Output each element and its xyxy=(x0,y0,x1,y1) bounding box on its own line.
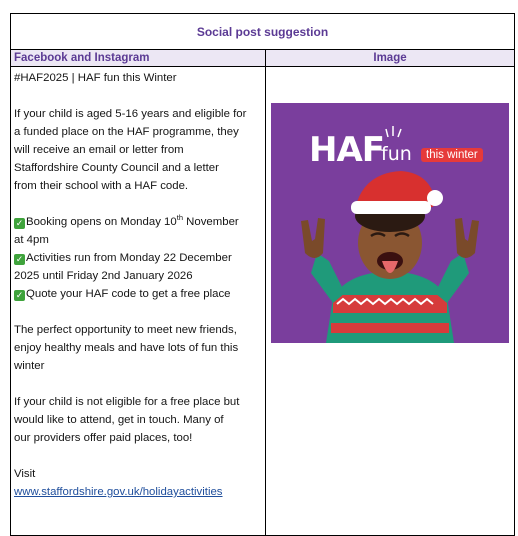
check-box-icon: ✓ xyxy=(14,218,25,229)
post-headline: #HAF2025 | HAF fun this Winter xyxy=(14,72,177,84)
document-title: Social post suggestion xyxy=(11,14,514,50)
haf-promo-image: HAF fun this winter xyxy=(271,103,509,343)
check-box-icon: ✓ xyxy=(14,254,25,265)
check-box-icon: ✓ xyxy=(14,290,25,301)
child-illustration xyxy=(301,171,479,343)
booking-line: ✓ Booking opens on Monday 10th November xyxy=(14,213,239,229)
post-text-cell: #HAF2025 | HAF fun this Winter If your c… xyxy=(11,67,266,535)
document-body: #HAF2025 | HAF fun this Winter If your c… xyxy=(11,67,514,535)
activities-line-cont: 2025 until Friday 2nd January 2026 xyxy=(14,270,193,282)
opportunity-line-1: The perfect opportunity to meet new frie… xyxy=(14,324,237,336)
column-header-facebook-instagram: Facebook and Instagram xyxy=(11,50,266,66)
activities-line: ✓ Activities run from Monday 22 December xyxy=(14,252,232,265)
post-intro-line-3: will receive an email or letter from xyxy=(14,144,184,156)
visit-link[interactable]: www.staffordshire.gov.uk/holidayactiviti… xyxy=(14,483,262,501)
post-intro-line-1: If your child is aged 5-16 years and eli… xyxy=(14,108,247,120)
post-intro-line-4: Staffordshire County Council and a lette… xyxy=(14,162,219,174)
column-headers: Facebook and Instagram Image xyxy=(11,50,514,67)
not-eligible-line-3: our providers offer paid places, too! xyxy=(14,432,193,444)
social-post-document: Social post suggestion Facebook and Inst… xyxy=(10,13,515,536)
right-arm xyxy=(435,253,469,303)
image-cell: HAF fun this winter xyxy=(266,67,514,535)
left-hand xyxy=(301,218,325,258)
not-eligible-line-1: If your child is not eligible for a free… xyxy=(14,396,240,408)
opportunity-line-3: winter xyxy=(14,360,45,372)
booking-line-cont: at 4pm xyxy=(14,234,49,246)
post-intro-line-5: from their school with a HAF code. xyxy=(14,180,189,192)
left-arm xyxy=(311,253,345,303)
not-eligible-line-2: would like to attend, get in touch. Many… xyxy=(14,414,224,426)
post-intro-line-2: a funded place on the HAF programme, the… xyxy=(14,126,239,138)
quote-line: ✓ Quote your HAF code to get a free place xyxy=(14,288,231,301)
visit-label: Visit xyxy=(14,468,36,480)
right-hand xyxy=(455,218,479,258)
opportunity-line-2: enjoy healthy meals and have lots of fun… xyxy=(14,342,239,354)
column-header-image: Image xyxy=(373,52,407,64)
